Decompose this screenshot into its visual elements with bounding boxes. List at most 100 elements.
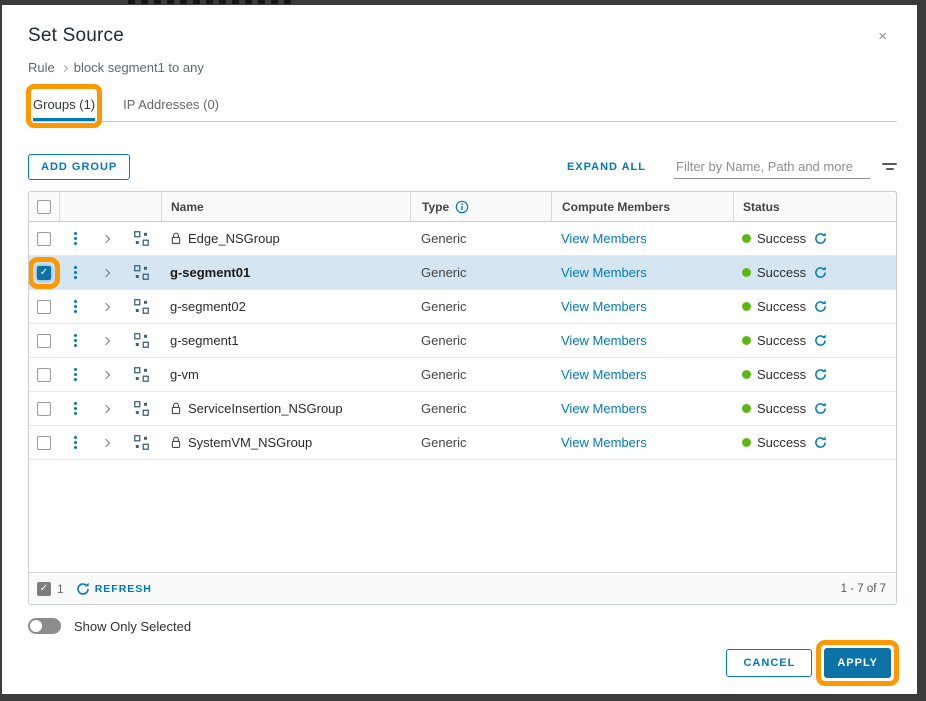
row-checkbox-cell [29,290,59,323]
view-members-link[interactable]: View Members [561,435,647,450]
kebab-menu-icon[interactable] [72,332,79,349]
refresh-link[interactable]: REFRESH [95,583,152,595]
row-chevron-cell [91,256,121,289]
group-name[interactable]: g-segment01 [170,265,250,280]
row-checkbox[interactable] [37,402,51,416]
expand-all-link[interactable]: EXPAND ALL [567,161,646,173]
row-type-cell: Generic [410,324,551,357]
status-refresh-icon[interactable] [814,266,827,279]
status-text: Success [757,333,806,348]
row-group-icon-cell [121,426,161,459]
table-row[interactable]: g-segment1 Generic View Members Success [29,324,896,358]
status-success-dot [742,302,751,311]
select-all-checkbox[interactable] [37,200,51,214]
row-type-cell: Generic [410,222,551,255]
row-checkbox-cell [29,426,59,459]
table-row[interactable]: ServiceInsertion_NSGroup Generic View Me… [29,392,896,426]
row-compute-cell: View Members [551,392,733,425]
view-members-link[interactable]: View Members [561,299,647,314]
status-refresh-icon[interactable] [814,402,827,415]
view-members-link[interactable]: View Members [561,265,647,280]
status-refresh-icon[interactable] [814,334,827,347]
cancel-button[interactable]: CANCEL [726,649,812,677]
status-refresh-icon[interactable] [814,232,827,245]
filter-input[interactable] [674,156,870,179]
row-name-cell: g-vm [161,358,410,391]
background-page-remnant [128,0,296,4]
close-icon[interactable]: × [878,29,887,44]
row-group-icon-cell [121,324,161,357]
view-members-link[interactable]: View Members [561,401,647,416]
row-checkbox[interactable] [37,436,51,450]
add-group-button[interactable]: ADD GROUP [28,154,130,180]
row-compute-cell: View Members [551,358,733,391]
table-row[interactable]: ✓ g-segmen [29,256,896,290]
row-group-icon-cell [121,358,161,391]
status-text: Success [757,367,806,382]
view-members-link[interactable]: View Members [561,231,647,246]
view-members-link[interactable]: View Members [561,333,647,348]
breadcrumb-parent[interactable]: Rule [28,60,55,75]
expand-chevron-icon[interactable] [102,404,110,412]
row-checkbox-cell: ✓ [29,256,59,289]
row-name-cell: g-segment01 [161,256,410,289]
kebab-menu-icon[interactable] [72,298,79,315]
row-status-cell: Success [733,358,896,391]
dialog-header: Set Source × [28,5,897,47]
row-status-cell: Success [733,256,896,289]
row-compute-cell: View Members [551,222,733,255]
row-checkbox[interactable] [37,232,51,246]
row-name-cell: Edge_NSGroup [161,222,410,255]
row-kebab-cell [59,290,91,323]
kebab-menu-icon[interactable] [72,366,79,383]
row-compute-cell: View Members [551,256,733,289]
lock-icon [170,402,182,415]
apply-button[interactable]: APPLY [824,648,891,678]
group-name[interactable]: ServiceInsertion_NSGroup [188,401,343,416]
group-grid-icon [134,265,149,280]
kebab-menu-icon[interactable] [72,400,79,417]
group-name[interactable]: SystemVM_NSGroup [188,435,312,450]
row-checkbox[interactable] [37,368,51,382]
row-checkbox[interactable] [37,334,51,348]
expand-chevron-icon[interactable] [102,268,110,276]
refresh-icon[interactable] [76,582,90,596]
kebab-menu-icon[interactable] [72,264,79,281]
row-kebab-cell [59,392,91,425]
table-row[interactable]: g-vm Generic View Members Success [29,358,896,392]
status-refresh-icon[interactable] [814,300,827,313]
page-title: Set Source [28,25,897,47]
status-refresh-icon[interactable] [814,368,827,381]
row-checkbox[interactable] [37,300,51,314]
table-header: Name Type Compute Members [29,192,896,222]
info-icon[interactable] [455,200,469,214]
group-grid-icon [134,231,149,246]
filter-icon[interactable] [882,163,897,172]
table-row[interactable]: Edge_NSGroup Generic View Members Succes… [29,222,896,256]
tab-ip-addresses[interactable]: IP Addresses (0) [123,91,219,121]
tab-groups[interactable]: Groups (1) [33,91,95,121]
kebab-menu-icon[interactable] [72,434,79,451]
expand-chevron-icon[interactable] [102,370,110,378]
kebab-menu-icon[interactable] [72,230,79,247]
expand-chevron-icon[interactable] [102,438,110,446]
view-members-link[interactable]: View Members [561,367,647,382]
row-name-cell: g-segment1 [161,324,410,357]
row-group-icon-cell [121,222,161,255]
expand-chevron-icon[interactable] [102,336,110,344]
expand-chevron-icon[interactable] [102,234,110,242]
table-row[interactable]: g-segment02 Generic View Members Success [29,290,896,324]
group-name[interactable]: g-vm [170,367,199,382]
status-refresh-icon[interactable] [814,436,827,449]
row-compute-cell: View Members [551,290,733,323]
status-text: Success [757,299,806,314]
expand-chevron-icon[interactable] [102,302,110,310]
group-name[interactable]: g-segment02 [170,299,246,314]
row-checkbox-cell [29,324,59,357]
group-name[interactable]: Edge_NSGroup [188,231,280,246]
row-checkbox[interactable]: ✓ [37,266,51,280]
show-only-selected-toggle[interactable] [28,618,61,634]
group-name[interactable]: g-segment1 [170,333,239,348]
table-row[interactable]: SystemVM_NSGroup Generic View Members Su… [29,426,896,460]
header-type: Type [410,192,551,221]
